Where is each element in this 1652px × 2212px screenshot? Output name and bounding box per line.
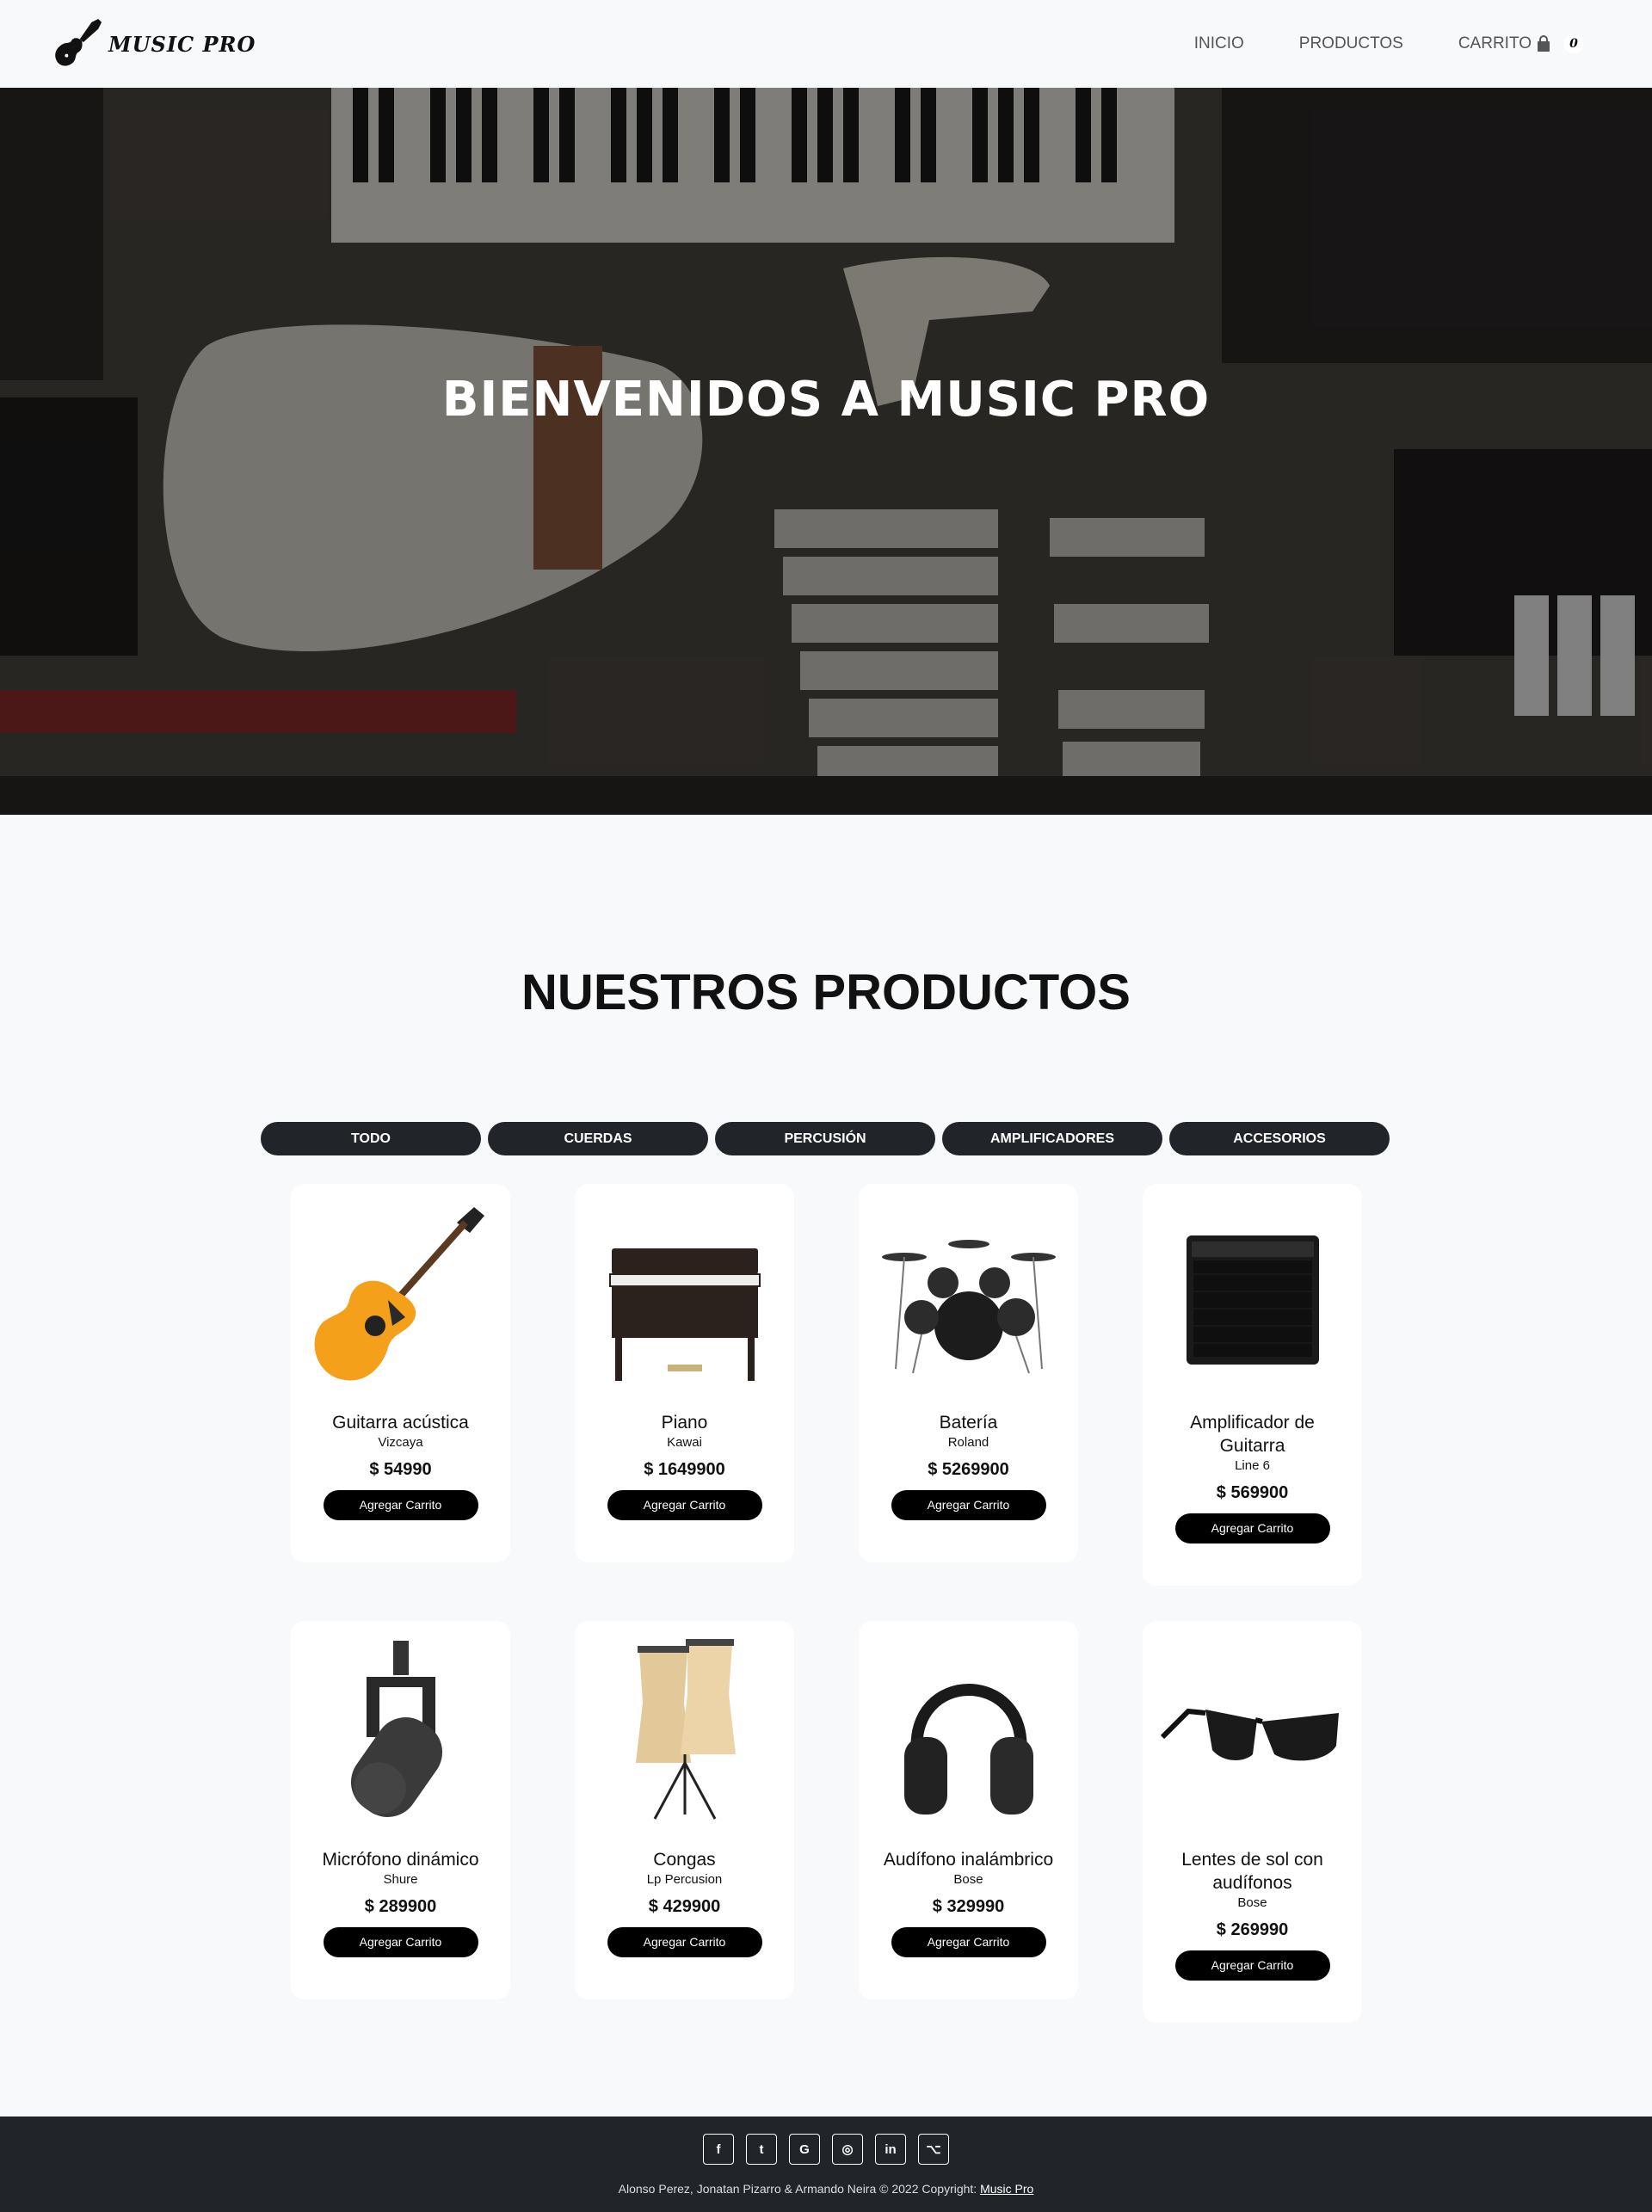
hero-title: BIENVENIDOS A MUSIC PRO: [441, 372, 1211, 428]
congas-icon: [635, 1639, 736, 1820]
add-to-cart-button[interactable]: Agregar Carrito: [323, 1490, 478, 1520]
sunglasses-icon: [1160, 1708, 1339, 1761]
product-card: Micrófono dinámico Shure $ 289900 Agrega…: [291, 1621, 510, 1999]
product-name: Audífono inalámbrico: [883, 1850, 1054, 1870]
product-card: Batería Roland $ 5269900 Agregar Carrito: [859, 1184, 1078, 1562]
drums-icon: [881, 1240, 1056, 1374]
microphone-icon: [350, 1641, 442, 1817]
instagram-icon[interactable]: ◎: [832, 2134, 863, 2165]
twitter-icon[interactable]: t: [746, 2134, 777, 2165]
products-section-title: NUESTROS PRODUCTOS: [521, 964, 1131, 1020]
product-image: [291, 1184, 510, 1408]
add-to-cart-button[interactable]: Agregar Carrito: [323, 1927, 478, 1957]
piano-icon: [608, 1248, 761, 1381]
headphones-icon: [903, 1684, 1033, 1815]
product-price: $ 1649900: [644, 1460, 725, 1479]
product-card: Lentes de sol con audífonos Bose $ 26999…: [1143, 1621, 1362, 2023]
product-price: $ 569900: [1216, 1483, 1289, 1502]
add-to-cart-button[interactable]: Agregar Carrito: [607, 1490, 762, 1520]
shopping-bag-icon: [1538, 35, 1550, 52]
footer: f t G ◎ in ⌥ Alonso Perez, Jonatan Pizar…: [0, 2116, 1652, 2212]
nav-link-productos[interactable]: PRODUCTOS: [1299, 34, 1403, 53]
add-to-cart-button[interactable]: Agregar Carrito: [1174, 1513, 1330, 1543]
add-to-cart-button[interactable]: Agregar Carrito: [1174, 1950, 1330, 1981]
product-card: Amplificador de Guitarra Line 6 $ 569900…: [1143, 1184, 1362, 1586]
copyright-link[interactable]: Music Pro: [980, 2182, 1033, 2196]
product-card: Audífono inalámbrico Bose $ 329990 Agreg…: [859, 1621, 1078, 1999]
product-card: Piano Kawai $ 1649900 Agregar Carrito: [575, 1184, 794, 1562]
product-price: $ 429900: [648, 1897, 721, 1916]
product-price: $ 329990: [932, 1897, 1005, 1916]
copyright-text: Alonso Perez, Jonatan Pizarro & Armando …: [0, 2182, 1652, 2196]
product-image: [575, 1621, 794, 1845]
facebook-icon[interactable]: f: [703, 2134, 734, 2165]
product-brand: Bose: [953, 1872, 983, 1887]
amplifier-icon: [1186, 1235, 1319, 1365]
category-filters: TODO CUERDAS PERCUSIÓN AMPLIFICADORES AC…: [261, 1122, 1390, 1155]
product-card: Guitarra acústica Vizcaya $ 54990 Agrega…: [291, 1184, 510, 1562]
google-icon[interactable]: G: [789, 2134, 820, 2165]
github-icon[interactable]: ⌥: [918, 2134, 949, 2165]
product-price: $ 54990: [369, 1460, 432, 1479]
filter-todo-button[interactable]: TODO: [261, 1122, 481, 1155]
filter-cuerdas-button[interactable]: CUERDAS: [488, 1122, 708, 1155]
product-name: Lentes de sol con audífonos: [1181, 1850, 1323, 1893]
guitar-icon: [314, 1207, 484, 1381]
product-price: $ 5269900: [928, 1460, 1009, 1479]
product-brand: Line 6: [1235, 1458, 1270, 1473]
add-to-cart-button[interactable]: Agregar Carrito: [891, 1927, 1046, 1957]
nav-link-inicio[interactable]: INICIO: [1194, 34, 1244, 53]
product-name: Micrófono dinámico: [322, 1850, 479, 1870]
cart-count-badge: 0: [1564, 34, 1583, 53]
product-name: Guitarra acústica: [332, 1413, 469, 1433]
brand-logo[interactable]: MUSIC PRO: [50, 17, 256, 71]
product-brand: Vizcaya: [378, 1435, 423, 1450]
product-image: [1143, 1184, 1362, 1408]
brand-name: MUSIC PRO: [108, 31, 256, 57]
product-brand: Kawai: [667, 1435, 702, 1450]
product-image: [1143, 1621, 1362, 1845]
filter-percusion-button[interactable]: PERCUSIÓN: [715, 1122, 935, 1155]
product-brand: Roland: [947, 1435, 989, 1450]
linkedin-icon[interactable]: in: [875, 2134, 906, 2165]
nav-link-carrito-label: CARRITO: [1458, 34, 1532, 52]
product-price: $ 269990: [1216, 1920, 1289, 1939]
nav-link-carrito[interactable]: CARRITO 0: [1458, 34, 1583, 53]
hero-banner: BIENVENIDOS A MUSIC PRO: [0, 88, 1652, 815]
social-links: f t G ◎ in ⌥: [0, 2134, 1652, 2165]
hero-overlay: [0, 88, 1652, 815]
add-to-cart-button[interactable]: Agregar Carrito: [607, 1927, 762, 1957]
product-name: Piano: [661, 1413, 708, 1433]
product-name: Batería: [939, 1413, 998, 1433]
guitar-logo-icon: [55, 18, 102, 66]
product-image: [859, 1184, 1078, 1408]
product-image: [859, 1621, 1078, 1845]
filter-amplificadores-button[interactable]: AMPLIFICADORES: [942, 1122, 1162, 1155]
product-image: [575, 1184, 794, 1408]
add-to-cart-button[interactable]: Agregar Carrito: [891, 1490, 1046, 1520]
product-brand: Bose: [1237, 1895, 1267, 1910]
filter-accesorios-button[interactable]: ACCESORIOS: [1169, 1122, 1390, 1155]
copyright-label: Alonso Perez, Jonatan Pizarro & Armando …: [618, 2182, 981, 2196]
product-image: [291, 1621, 510, 1845]
product-name: Congas: [653, 1850, 716, 1870]
product-card: Congas Lp Percusion $ 429900 Agregar Car…: [575, 1621, 794, 1999]
navbar: MUSIC PRO INICIO PRODUCTOS CARRITO 0: [0, 0, 1652, 88]
product-brand: Lp Percusion: [646, 1872, 723, 1887]
product-brand: Shure: [383, 1872, 418, 1887]
nav-links: INICIO PRODUCTOS CARRITO 0: [1139, 0, 1583, 88]
product-name: Amplificador de Guitarra: [1190, 1413, 1315, 1456]
product-price: $ 289900: [364, 1897, 437, 1916]
